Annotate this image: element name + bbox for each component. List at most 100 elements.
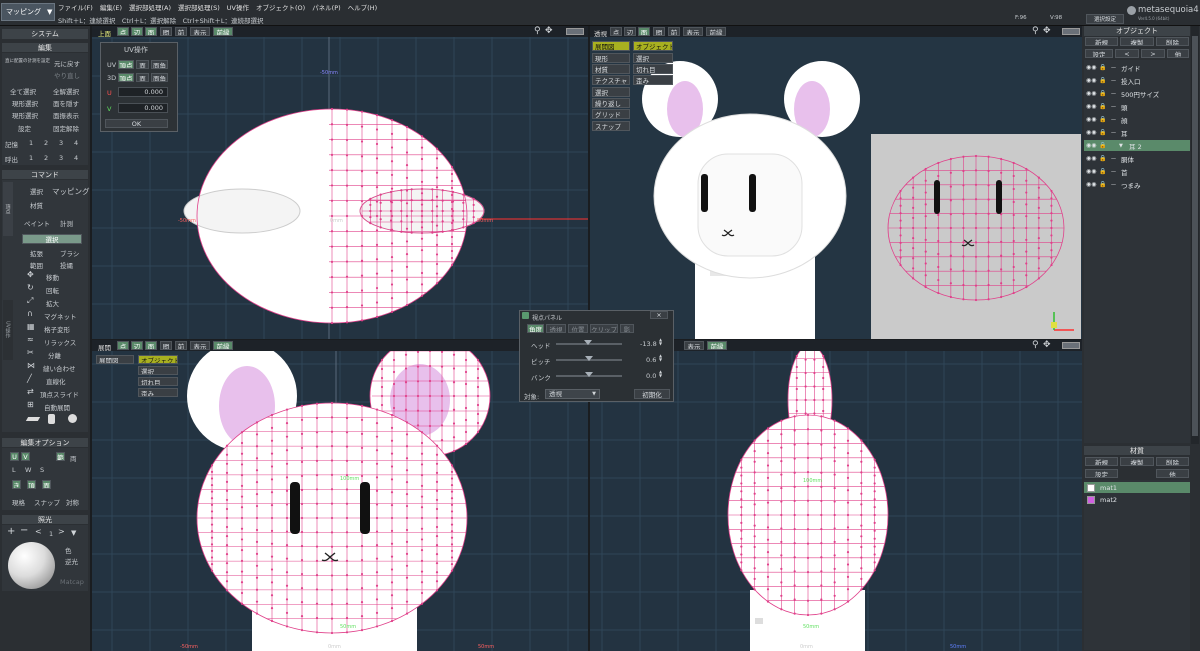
light-backlight-option[interactable]: 逆光 — [65, 556, 78, 566]
visibility-icon[interactable]: ◉◉ — [1086, 129, 1097, 136]
object-panel-header[interactable]: オブジェクト — [1084, 26, 1190, 36]
tl-gap-button[interactable]: 間 — [160, 27, 172, 36]
uv-vertex-button[interactable]: 頂点 — [118, 60, 134, 69]
uv-face-corner-button[interactable]: 面角 — [151, 60, 168, 69]
option-snap[interactable]: スナップ — [34, 497, 60, 507]
light-header[interactable]: 照光 — [2, 515, 88, 524]
tool-relax[interactable]: リラックス — [44, 337, 76, 347]
bank-slider[interactable] — [556, 372, 622, 377]
viewport-canvas[interactable]: 100mm 50mm 0mm -50mm 50mm — [92, 340, 588, 651]
tool-vertex-slide[interactable]: 頂点スライド — [40, 389, 79, 399]
restore-2[interactable]: 2 — [44, 154, 48, 162]
object-prev-button[interactable]: < — [1115, 49, 1139, 58]
camera-tab-position[interactable]: 位置 — [568, 324, 588, 333]
lock-icon[interactable]: 🔒 — [1099, 181, 1107, 188]
option-vertex[interactable]: 頂 — [27, 480, 36, 489]
material-row[interactable]: mat1 — [1084, 482, 1190, 493]
tr-edge-display-button[interactable]: 前縁 — [706, 27, 726, 36]
expand-icon[interactable]: — — [1111, 130, 1118, 136]
chevron-right-icon[interactable]: > — [58, 527, 65, 536]
edit-option-header[interactable]: 編集オプション — [2, 438, 88, 447]
pan-icon[interactable]: ✥ — [1043, 26, 1051, 36]
menu-object[interactable]: オブジェクト(O) — [256, 2, 305, 12]
bl-gap-button[interactable]: 間 — [160, 341, 172, 350]
restore-3[interactable]: 3 — [59, 154, 63, 162]
object-new-button[interactable]: 新規 — [1085, 37, 1118, 46]
visibility-icon[interactable]: ◉◉ — [1086, 116, 1097, 123]
lock-icon[interactable]: 🔒 — [1099, 90, 1107, 97]
head-slider-thumb[interactable] — [583, 340, 592, 345]
light-color-option[interactable]: 色 — [65, 545, 72, 555]
material-tab[interactable]: 材質 — [30, 200, 43, 210]
option-symmetry[interactable]: 対称 — [66, 497, 79, 507]
tr-menu-current[interactable]: 現形 — [592, 53, 630, 63]
zoom-icon[interactable]: ⚲ — [1032, 26, 1039, 36]
lock-icon[interactable]: 🔒 — [1099, 116, 1107, 123]
expand-icon[interactable]: — — [1111, 65, 1118, 71]
expand-icon[interactable]: — — [1111, 104, 1118, 110]
menu-panel[interactable]: パネル(P) — [312, 2, 341, 12]
camera-close-button[interactable]: × — [650, 311, 668, 319]
pan-icon[interactable]: ✥ — [1043, 340, 1051, 350]
bl-edge-display-button[interactable]: 前縁 — [213, 341, 233, 350]
vertical-tab-vertex[interactable]: 頂点 — [3, 182, 13, 236]
object-delete-button[interactable]: 削除 — [1156, 37, 1189, 46]
object-settings-button[interactable]: 設定 — [1085, 49, 1113, 58]
bl-menu2-distort[interactable]: 歪み — [138, 388, 178, 397]
tr-menu-texture[interactable]: テクスチャ — [592, 75, 630, 85]
tool-stitch[interactable]: 縫い合わせ — [43, 363, 76, 373]
pitch-slider-thumb[interactable] — [585, 356, 593, 361]
3d-vertex-button[interactable]: 頂点 — [118, 73, 134, 82]
tr-menu2-object[interactable]: オブジェクト — [633, 41, 673, 51]
select-settings-button[interactable]: 選択設定 — [1086, 14, 1124, 24]
redo-button[interactable]: やり直し — [54, 70, 80, 80]
option-face[interactable]: 面 — [42, 480, 51, 489]
range-button[interactable]: 範囲 — [30, 260, 43, 270]
right-scrollbar[interactable] — [1191, 26, 1199, 444]
view-cube-icon[interactable] — [1062, 342, 1080, 349]
current-select-button[interactable]: 現形選択 — [12, 98, 38, 108]
undo-button[interactable]: 元に戻す — [54, 58, 80, 68]
lock-icon[interactable]: 🔒 — [1099, 155, 1107, 162]
deselect-all-button[interactable]: 全解選択 — [53, 86, 79, 96]
spinner-icon[interactable]: ▲ ▼ — [659, 338, 662, 346]
lock-icon[interactable]: 🔒 — [1099, 142, 1107, 149]
visibility-icon[interactable]: ◉◉ — [1086, 77, 1097, 84]
command-header[interactable]: コマンド — [2, 170, 88, 179]
view-cube-icon[interactable] — [566, 28, 584, 35]
bl-menu2-select[interactable]: 選択 — [138, 366, 178, 375]
expand-icon[interactable]: — — [1111, 91, 1118, 97]
tr-menu-unwrap[interactable]: 展開図 — [592, 41, 630, 51]
paint-tab[interactable]: ペイント — [24, 218, 50, 228]
expand-icon[interactable]: — — [1111, 169, 1118, 175]
plane-icon[interactable] — [25, 417, 41, 421]
tool-scale[interactable]: 拡大 — [46, 298, 59, 308]
object-row[interactable]: ◉◉ 🔒 — 投入口 — [1084, 75, 1190, 86]
tr-menu-grid[interactable]: グリッド — [592, 109, 630, 119]
material-new-button[interactable]: 新規 — [1085, 457, 1118, 466]
object-row[interactable]: ◉◉ 🔒 — 頭 — [1084, 101, 1190, 112]
bl-display-button[interactable]: 表示 — [190, 341, 210, 350]
lock-icon[interactable]: 🔒 — [1099, 64, 1107, 71]
camera-tab-clip[interactable]: クリップ — [590, 324, 618, 333]
visibility-icon[interactable]: ◉◉ — [1086, 142, 1097, 149]
bl-menu2-seam[interactable]: 切れ目 — [138, 377, 178, 386]
pitch-slider[interactable] — [556, 356, 622, 361]
tr-menu2-seam[interactable]: 切れ目 — [633, 64, 673, 74]
view-cube-icon[interactable] — [1062, 28, 1080, 35]
option-w[interactable]: W — [25, 466, 31, 474]
tr-menu-select[interactable]: 選択 — [592, 87, 630, 97]
memory-3[interactable]: 3 — [59, 139, 63, 147]
lock-icon[interactable]: 🔒 — [1099, 168, 1107, 175]
tr-menu2-select[interactable]: 選択 — [633, 53, 673, 63]
v-input[interactable]: 0.000 — [118, 103, 168, 113]
lock-icon[interactable]: 🔒 — [1099, 103, 1107, 110]
settings-button[interactable]: 設定 — [18, 123, 31, 133]
light-sphere-preview[interactable] — [8, 542, 55, 589]
visibility-icon[interactable]: ◉◉ — [1086, 168, 1097, 175]
head-slider[interactable] — [556, 340, 622, 345]
pitch-value[interactable]: 0.6 — [646, 356, 656, 364]
lock-icon[interactable]: 🔒 — [1099, 77, 1107, 84]
object-other-button[interactable]: 他 — [1167, 49, 1189, 58]
memory-2[interactable]: 2 — [44, 139, 48, 147]
